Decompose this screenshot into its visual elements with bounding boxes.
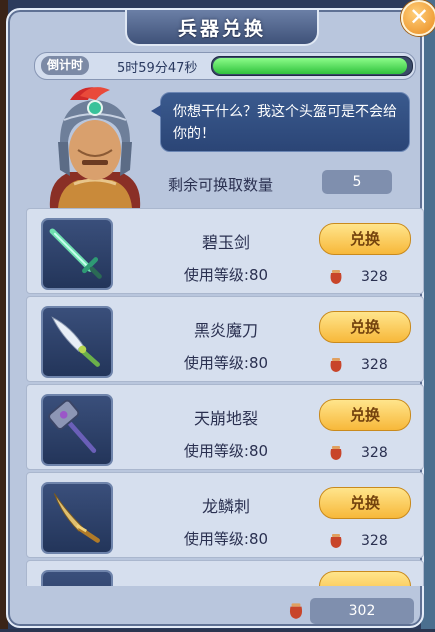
pot-icon bbox=[330, 270, 342, 284]
timer-progress-fill bbox=[213, 58, 407, 74]
dragon-dagger-icon bbox=[41, 482, 113, 554]
weapon-level: 使用等级:80 bbox=[183, 266, 269, 284]
weapon-level: 使用等级:80 bbox=[183, 442, 269, 460]
weapon-row-partial bbox=[26, 560, 424, 586]
remaining-label: 剩余可换取数量 bbox=[168, 176, 274, 194]
title-plate: 兵器兑换 bbox=[125, 10, 319, 46]
close-icon: ✕ bbox=[408, 3, 430, 31]
npc-portrait bbox=[49, 87, 141, 208]
pot-icon bbox=[330, 534, 342, 548]
weapon-row: 碧玉剑 使用等级:80 兑换 328 bbox=[26, 208, 424, 294]
timer-progress bbox=[211, 56, 413, 76]
currency-bar: 302 bbox=[26, 588, 424, 632]
weapon-name: 天崩地裂 bbox=[193, 409, 258, 428]
weapon-list[interactable]: 碧玉剑 使用等级:80 兑换 328 黑炎魔刀 使用等级:80 兑换 328 天… bbox=[26, 208, 424, 586]
exchange-panel: 兵器兑换 倒计时 5时59分47秒 你想干什么？我这个头盔可是不会给你的！ 剩余… bbox=[6, 8, 424, 628]
timer-countdown: 5时59分47秒 bbox=[117, 61, 198, 76]
weapon-cost: 328 bbox=[361, 269, 388, 285]
npc-speech-bubble: 你想干什么？我这个头盔可是不会给你的！ bbox=[151, 92, 410, 152]
remaining-count: 5 bbox=[322, 170, 392, 194]
weapon-cost: 328 bbox=[361, 533, 388, 549]
pot-icon bbox=[330, 446, 342, 460]
currency-amount: 302 bbox=[310, 598, 414, 624]
timer-label: 倒计时 bbox=[41, 56, 90, 75]
jade-sword-icon bbox=[41, 218, 113, 290]
panel-title: 兵器兑换 bbox=[177, 18, 266, 40]
weapon-name: 龙鳞刺 bbox=[201, 497, 250, 516]
weapon-cost: 328 bbox=[361, 357, 388, 373]
exchange-button[interactable]: 兑换 bbox=[319, 399, 411, 431]
war-hammer-icon bbox=[41, 394, 113, 466]
weapon-cost: 328 bbox=[361, 445, 388, 461]
pot-icon bbox=[289, 603, 303, 619]
exchange-button[interactable] bbox=[319, 571, 411, 586]
exchange-button[interactable]: 兑换 bbox=[319, 487, 411, 519]
pot-icon bbox=[330, 358, 342, 372]
dark-blade-icon bbox=[41, 306, 113, 378]
timer-bar: 倒计时 5时59分47秒 bbox=[34, 52, 416, 80]
weapon-thumbnail bbox=[41, 570, 113, 586]
weapon-name: 碧玉剑 bbox=[201, 233, 250, 252]
npc-speech-text: 你想干什么？我这个头盔可是不会给你的！ bbox=[173, 104, 397, 142]
exchange-button[interactable]: 兑换 bbox=[319, 223, 411, 255]
weapon-name: 黑炎魔刀 bbox=[193, 321, 258, 340]
weapon-level: 使用等级:80 bbox=[183, 530, 269, 548]
weapon-level: 使用等级:80 bbox=[183, 354, 269, 372]
weapon-row: 天崩地裂 使用等级:80 兑换 328 bbox=[26, 384, 424, 470]
close-button[interactable]: ✕ bbox=[401, 0, 435, 36]
weapon-row: 黑炎魔刀 使用等级:80 兑换 328 bbox=[26, 296, 424, 382]
weapon-row: 龙鳞刺 使用等级:80 兑换 328 bbox=[26, 472, 424, 558]
exchange-button[interactable]: 兑换 bbox=[319, 311, 411, 343]
